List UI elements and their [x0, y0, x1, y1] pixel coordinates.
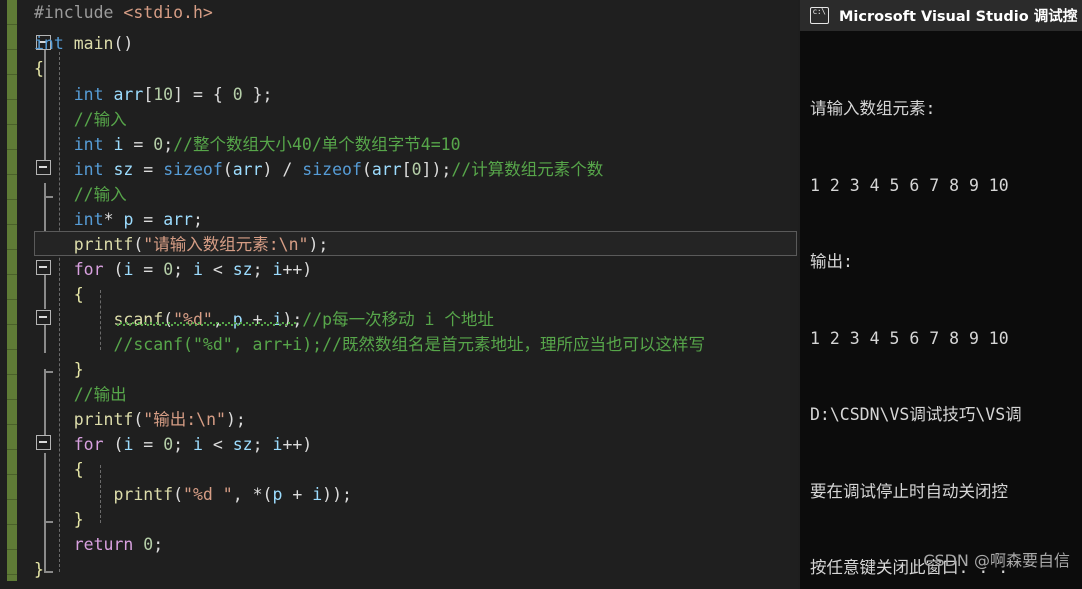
code-line-22: return 0;: [73, 535, 164, 554]
code-line-21: }: [73, 510, 84, 529]
code-line-13: scanf("%d", p + i);//p每一次移动 i 个地址: [113, 310, 494, 329]
editor-bottom-strip: [0, 581, 798, 589]
warning-squiggle-scanf: [116, 322, 296, 326]
code-line-20: printf("%d ", *(p + i));: [113, 485, 352, 504]
code-line-16: //输出: [73, 385, 127, 404]
code-line-4: int arr[10] = { 0 };: [73, 85, 273, 104]
console-line-1: 请输入数组元素:: [810, 99, 936, 118]
code-line-12: {: [73, 285, 84, 304]
code-line-15: }: [73, 360, 84, 379]
code-line-8: //输入: [73, 185, 127, 204]
csdn-watermark: CSDN @啊森要自信: [923, 551, 1070, 570]
cmd-console-icon: [810, 7, 829, 24]
code-line-17: printf("输出:\n");: [73, 410, 246, 429]
code-line-2: int main(): [34, 34, 134, 53]
console-output: 请输入数组元素: 1 2 3 4 5 6 7 8 9 10 输出: 1 2 3 …: [800, 31, 1082, 589]
code-line-5: //输入: [73, 110, 127, 129]
code-line-11: for (i = 0; i < sz; i++): [73, 260, 313, 279]
console-line-2: 1 2 3 4 5 6 7 8 9 10: [810, 175, 1009, 195]
console-line-5: D:\CSDN\VS调试技巧\VS调: [810, 405, 1022, 424]
code-line-14: //scanf("%d", arr+i);//既然数组名是首元素地址，理所应当也…: [113, 335, 705, 354]
console-line-4: 1 2 3 4 5 6 7 8 9 10: [810, 328, 1009, 348]
code-editor-pane[interactable]: #include <stdio.h> int main() { int arr[…: [0, 0, 798, 589]
code-line-9: int* p = arr;: [73, 210, 203, 229]
code-line-23: }: [34, 560, 44, 579]
console-line-6: 要在调试停止时自动关闭控: [810, 481, 1008, 501]
code-line-1: #include <stdio.h>: [34, 3, 213, 22]
console-title-bar[interactable]: Microsoft Visual Studio 调试控 ×: [800, 0, 1082, 31]
code-line-19: {: [73, 460, 84, 479]
code-text-layer[interactable]: #include <stdio.h> int main() { int arr[…: [0, 0, 798, 589]
debug-console-window[interactable]: Microsoft Visual Studio 调试控 × 请输入数组元素: 1…: [800, 0, 1082, 589]
code-line-18: for (i = 0; i < sz; i++): [73, 435, 313, 454]
code-line-10: printf("请输入数组元素:\n");: [73, 235, 329, 254]
console-line-3: 输出:: [810, 252, 853, 271]
code-line-6: int i = 0;//整个数组大小40/单个数组字节4=10: [73, 135, 461, 154]
console-title-text: Microsoft Visual Studio 调试控: [839, 9, 1078, 25]
code-line-3: {: [34, 59, 44, 78]
code-line-7: int sz = sizeof(arr) / sizeof(arr[0]);//…: [73, 160, 604, 179]
close-icon[interactable]: ×: [1061, 4, 1082, 26]
